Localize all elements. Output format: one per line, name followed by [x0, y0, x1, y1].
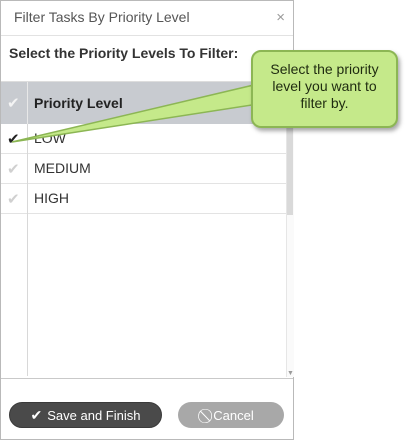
- scroll-down-arrow-icon[interactable]: ▼: [287, 370, 294, 377]
- footer-divider: [1, 378, 293, 379]
- priority-row-medium[interactable]: ✔ MEDIUM: [1, 154, 287, 184]
- column-header-priority-level[interactable]: Priority Level: [34, 95, 123, 111]
- tutorial-callout: Select the priority level you want to fi…: [251, 50, 398, 128]
- priority-label: MEDIUM: [34, 160, 91, 176]
- grid-scrollbar[interactable]: ▼: [286, 123, 294, 377]
- cancel-button[interactable]: ⃠ Cancel: [178, 402, 284, 428]
- save-button-label: Save and Finish: [47, 407, 141, 423]
- instruction-text: Select the Priority Levels To Filter:: [9, 45, 239, 61]
- dialog-titlebar: Filter Tasks By Priority Level ×: [1, 1, 293, 36]
- scrollbar-thumb[interactable]: [287, 123, 293, 215]
- check-icon[interactable]: ✔: [7, 160, 20, 178]
- priority-label: HIGH: [34, 190, 69, 206]
- check-icon[interactable]: ✔: [7, 130, 20, 148]
- callout-text: Select the priority level you want to fi…: [270, 61, 379, 111]
- save-and-finish-button[interactable]: ✔ Save and Finish: [9, 402, 162, 428]
- priority-grid: ✔ Priority Level ✔ LOW ✔ MEDIUM ✔ HIGH: [1, 81, 293, 378]
- priority-row-low[interactable]: ✔ LOW: [1, 124, 287, 154]
- priority-row-high[interactable]: ✔ HIGH: [1, 184, 287, 214]
- priority-label: LOW: [34, 130, 66, 146]
- dialog-title: Filter Tasks By Priority Level: [14, 9, 190, 25]
- filter-dialog: Filter Tasks By Priority Level × Select …: [0, 0, 294, 440]
- column-divider: [27, 133, 28, 376]
- header-divider: [27, 82, 28, 124]
- check-icon[interactable]: ✔: [7, 190, 20, 208]
- close-icon[interactable]: ×: [276, 9, 285, 26]
- cancel-button-label: Cancel: [213, 407, 254, 423]
- select-all-check-icon[interactable]: ✔: [7, 94, 20, 112]
- check-icon: ✔: [30, 406, 43, 423]
- grid-header: ✔ Priority Level: [1, 82, 293, 124]
